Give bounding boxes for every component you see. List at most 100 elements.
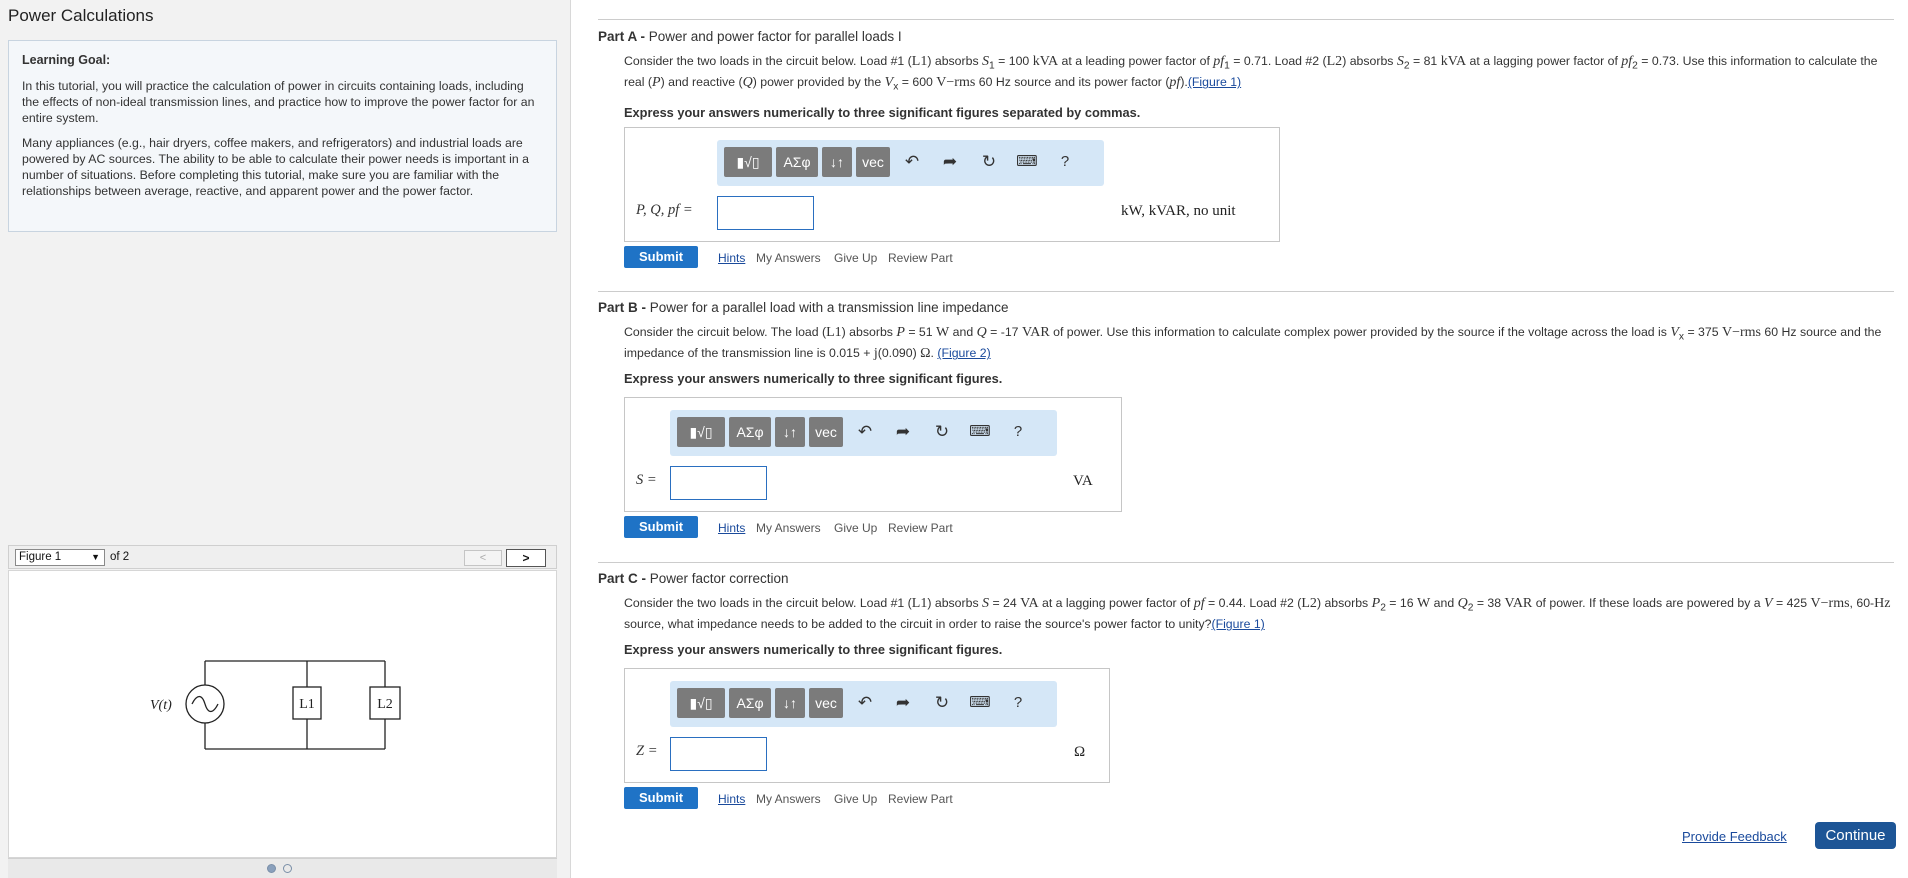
- part-a-vec-button[interactable]: vec: [856, 147, 890, 177]
- part-a-actions: Submit Hints My Answers Give Up Review P…: [624, 246, 1024, 268]
- part-a-give-up-link[interactable]: Give Up: [834, 251, 877, 265]
- part-a-my-answers-link[interactable]: My Answers: [756, 251, 821, 265]
- part-b-answer-input[interactable]: [670, 466, 767, 500]
- redo-icon[interactable]: ➦: [938, 148, 962, 176]
- redo-icon[interactable]: ➦: [891, 418, 915, 446]
- left-panel: Power Calculations Learning Goal: In thi…: [0, 0, 571, 878]
- part-c-my-answers-link[interactable]: My Answers: [756, 792, 821, 806]
- part-c-give-up-link[interactable]: Give Up: [834, 792, 877, 806]
- part-b-actions: Submit Hints My Answers Give Up Review P…: [624, 516, 1024, 538]
- part-b-hints-link[interactable]: Hints: [718, 521, 745, 535]
- undo-icon[interactable]: ↶: [853, 418, 877, 446]
- part-c-divider: [598, 562, 1894, 563]
- part-b-vec-button[interactable]: vec: [809, 417, 843, 447]
- keyboard-icon[interactable]: ⌨: [968, 689, 992, 717]
- load-l1-label: L1: [299, 697, 315, 712]
- part-a-label: Part A -: [598, 29, 646, 44]
- part-c-figure-link[interactable]: (Figure 1): [1211, 617, 1264, 631]
- part-a-answer-input[interactable]: [717, 196, 814, 230]
- part-b-label: Part B -: [598, 300, 647, 315]
- load-l2-label: L2: [377, 697, 393, 712]
- figure-dot-2[interactable]: [283, 864, 292, 873]
- part-b-figure-link[interactable]: (Figure 2): [937, 346, 990, 360]
- part-a-title: Part A - Power and power factor for para…: [598, 29, 1894, 44]
- part-a-divider: [598, 19, 1894, 20]
- provide-feedback-link[interactable]: Provide Feedback: [1682, 829, 1787, 844]
- part-b-arrows-button[interactable]: ↓↑: [775, 417, 805, 447]
- part-b-my-answers-link[interactable]: My Answers: [756, 521, 821, 535]
- part-c-instruction: Express your answers numerically to thre…: [624, 642, 1003, 658]
- part-b-instruction: Express your answers numerically to thre…: [624, 371, 1003, 387]
- part-b-greek-button[interactable]: AΣφ: [729, 417, 771, 447]
- figure-count: of 2: [110, 551, 130, 563]
- part-b-description: Consider the circuit below. The load (L1…: [624, 325, 1882, 362]
- circuit-diagram: V(t) L1 L2: [150, 660, 401, 750]
- figure-dot-1[interactable]: [267, 864, 276, 873]
- part-a-submit-button[interactable]: Submit: [624, 246, 698, 268]
- reset-icon[interactable]: ↻: [977, 148, 1001, 176]
- chevron-down-icon: ▼: [91, 552, 100, 562]
- part-c-answer-label: Z =: [636, 743, 658, 759]
- part-c-review-part-link[interactable]: Review Part: [888, 792, 953, 806]
- part-c-unit: Ω: [1074, 744, 1086, 760]
- learning-goal-heading: Learning Goal:: [22, 53, 111, 67]
- part-c-actions: Submit Hints My Answers Give Up Review P…: [624, 787, 1024, 809]
- part-c-answer-box: ▮√▯ AΣφ ↓↑ vec ↶ ➦ ↻ ⌨ ? Z = Ω: [624, 668, 1110, 783]
- part-b-divider: [598, 291, 1894, 292]
- figure-viewer: V(t) L1 L2: [8, 570, 557, 858]
- part-b-answer-label: S =: [636, 472, 657, 488]
- part-b-templates-button[interactable]: ▮√▯: [677, 417, 725, 447]
- part-a-description: Consider the two loads in the circuit be…: [624, 54, 1878, 93]
- undo-icon[interactable]: ↶: [900, 148, 924, 176]
- part-b-give-up-link[interactable]: Give Up: [834, 521, 877, 535]
- page-title: Power Calculations: [8, 6, 154, 25]
- figure-navigation-bar: Figure 1 ▼ of 2 < >: [8, 545, 557, 569]
- reset-icon[interactable]: ↻: [930, 689, 954, 717]
- part-a-hints-link[interactable]: Hints: [718, 251, 745, 265]
- keyboard-icon[interactable]: ⌨: [968, 418, 992, 446]
- part-a-unit: kW, kVAR, no unit: [1121, 203, 1236, 219]
- reset-icon[interactable]: ↻: [930, 418, 954, 446]
- part-b-math-toolbar: ▮√▯ AΣφ ↓↑ vec ↶ ➦ ↻ ⌨ ?: [670, 410, 1057, 456]
- continue-button[interactable]: Continue: [1815, 822, 1896, 849]
- part-c-greek-button[interactable]: AΣφ: [729, 688, 771, 718]
- part-c-math-toolbar: ▮√▯ AΣφ ↓↑ vec ↶ ➦ ↻ ⌨ ?: [670, 681, 1057, 727]
- part-c-vec-button[interactable]: vec: [809, 688, 843, 718]
- part-a-help-button[interactable]: ?: [1053, 148, 1077, 176]
- part-c-templates-button[interactable]: ▮√▯: [677, 688, 725, 718]
- part-b-help-button[interactable]: ?: [1006, 418, 1030, 446]
- part-c-title-text: Power factor correction: [646, 571, 789, 586]
- part-b-review-part-link[interactable]: Review Part: [888, 521, 953, 535]
- keyboard-icon[interactable]: ⌨: [1015, 148, 1039, 176]
- part-a-figure-link[interactable]: (Figure 1): [1188, 75, 1241, 89]
- learning-goal-paragraph-2: Many appliances (e.g., hair dryers, coff…: [22, 136, 529, 198]
- part-a-answer-label: P, Q, pf =: [636, 202, 693, 218]
- figure-select-value: Figure 1: [19, 551, 62, 563]
- part-b-title: Part B - Power for a parallel load with …: [598, 300, 1894, 315]
- part-b-answer-box: ▮√▯ AΣφ ↓↑ vec ↶ ➦ ↻ ⌨ ? S = VA: [624, 397, 1122, 512]
- right-panel: Part A - Power and power factor for para…: [572, 0, 1908, 878]
- undo-icon[interactable]: ↶: [853, 689, 877, 717]
- part-b: Part B - Power for a parallel load with …: [598, 300, 1894, 386]
- part-a-answer-box: ▮√▯ AΣφ ↓↑ vec ↶ ➦ ↻ ⌨ ? P, Q, pf = kW, …: [624, 127, 1280, 242]
- source-label: V(t): [150, 698, 172, 713]
- part-c-help-button[interactable]: ?: [1006, 689, 1030, 717]
- part-a-greek-button[interactable]: AΣφ: [776, 147, 818, 177]
- redo-icon[interactable]: ➦: [891, 689, 915, 717]
- part-a-arrows-button[interactable]: ↓↑: [822, 147, 852, 177]
- learning-goal-box: Learning Goal: In this tutorial, you wil…: [8, 40, 557, 232]
- part-c-description: Consider the two loads in the circuit be…: [624, 596, 1891, 632]
- part-a-templates-button[interactable]: ▮√▯: [724, 147, 772, 177]
- part-a-instruction: Express your answers numerically to thre…: [624, 104, 1141, 120]
- figure-select[interactable]: Figure 1 ▼: [15, 549, 105, 566]
- part-c-submit-button[interactable]: Submit: [624, 787, 698, 809]
- part-a-review-part-link[interactable]: Review Part: [888, 251, 953, 265]
- part-a-title-text: Power and power factor for parallel load…: [645, 29, 902, 44]
- figure-prev-button[interactable]: <: [464, 550, 502, 566]
- part-c-answer-input[interactable]: [670, 737, 767, 771]
- part-c-hints-link[interactable]: Hints: [718, 792, 745, 806]
- part-b-submit-button[interactable]: Submit: [624, 516, 698, 538]
- part-c-arrows-button[interactable]: ↓↑: [775, 688, 805, 718]
- part-c-title: Part C - Power factor correction: [598, 571, 1894, 586]
- figure-next-button[interactable]: >: [506, 549, 546, 567]
